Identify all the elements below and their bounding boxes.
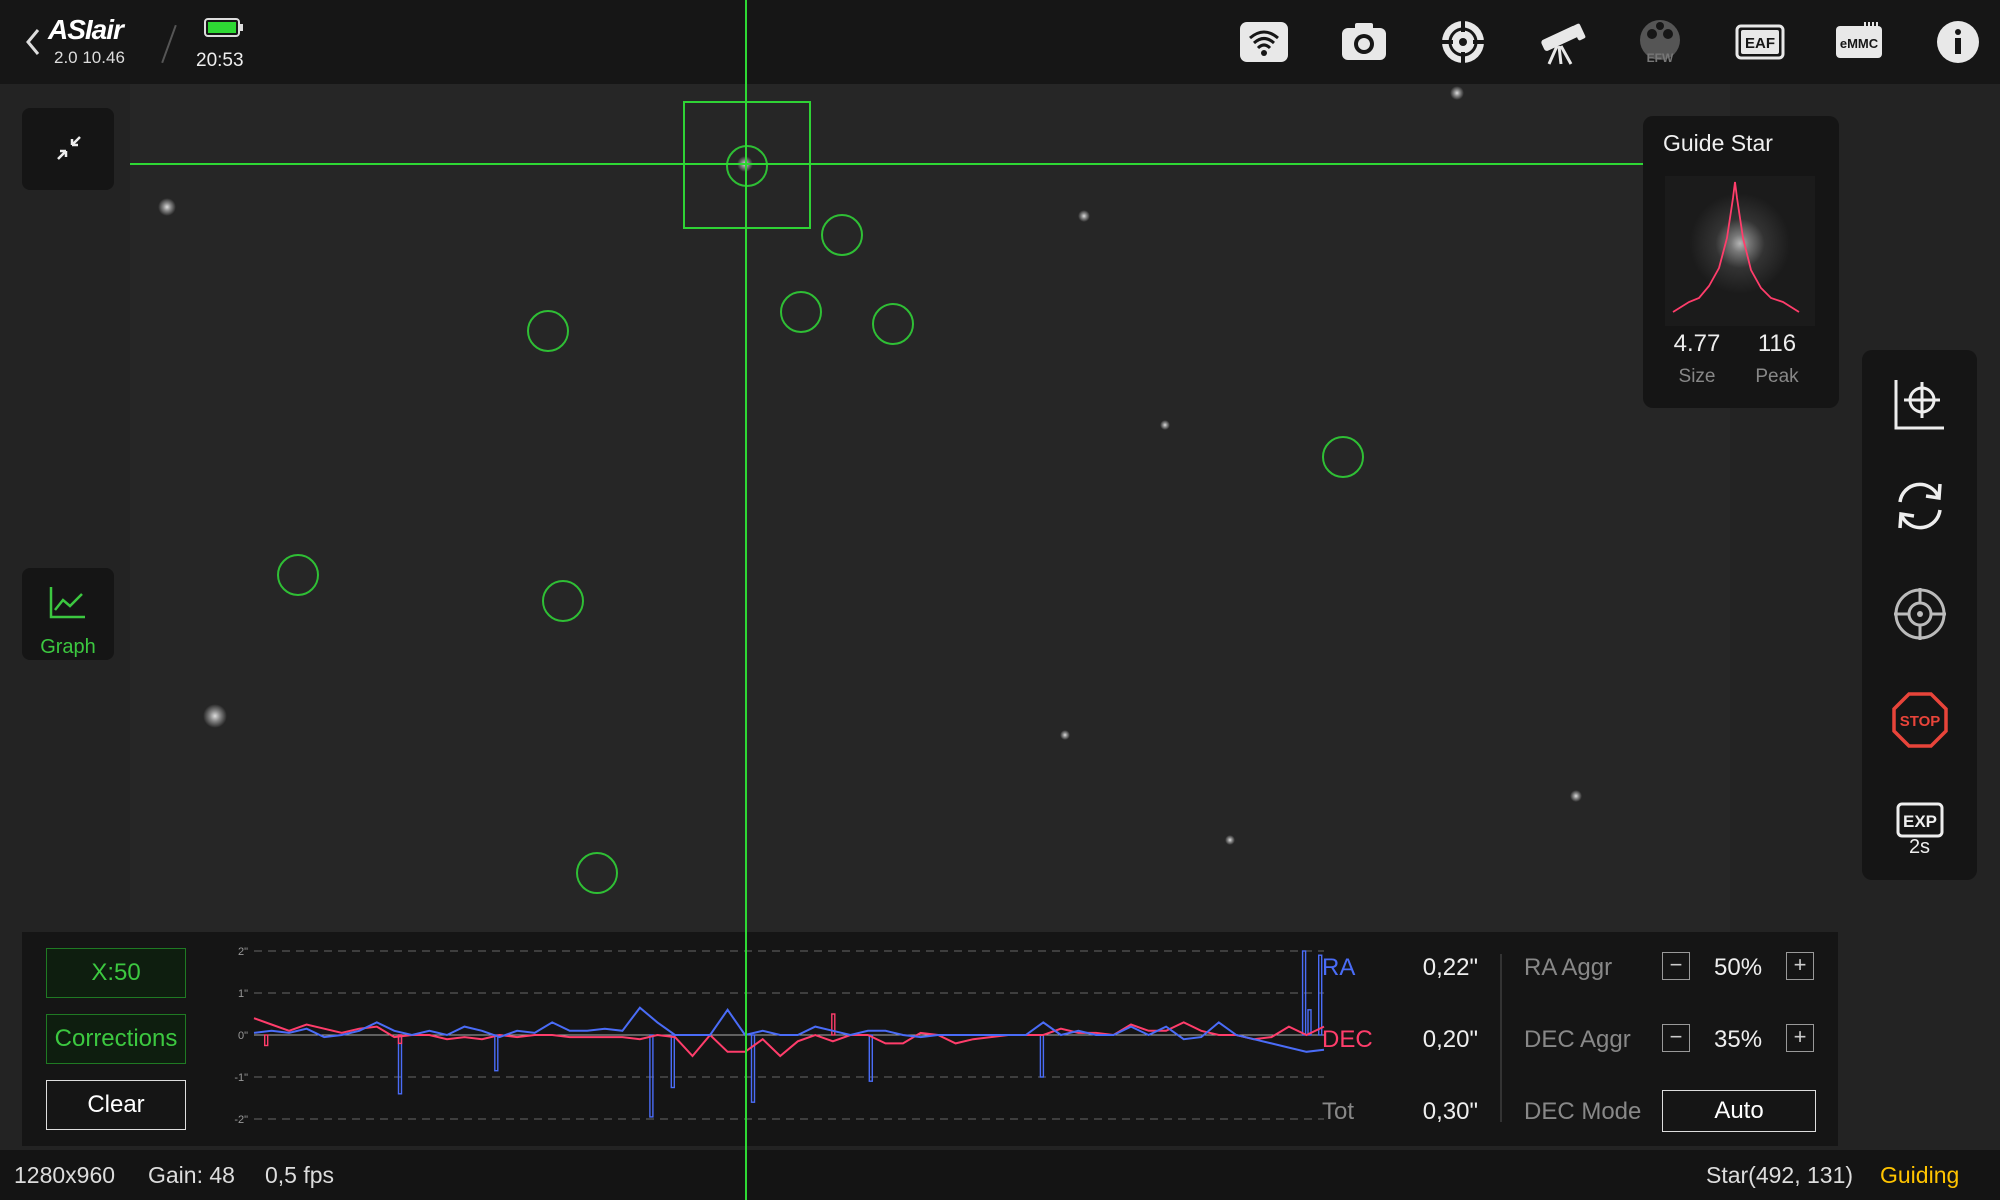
- battery-icon: [204, 18, 243, 37]
- tot-label: Tot: [1322, 1098, 1355, 1125]
- star: [1570, 790, 1582, 802]
- stop-icon[interactable]: STOP: [1892, 692, 1948, 748]
- correction-bar: [649, 1034, 654, 1118]
- brand-logo: ASIair: [48, 14, 124, 45]
- wifi-icon[interactable]: [1238, 16, 1290, 68]
- dec-aggr-plus-button[interactable]: +: [1786, 1024, 1814, 1052]
- gain-text: Gain: 48: [148, 1162, 235, 1188]
- telescope-icon[interactable]: [1535, 16, 1587, 68]
- correction-bar: [1307, 1009, 1312, 1036]
- star-marker[interactable]: [1322, 436, 1364, 478]
- star: [1060, 730, 1070, 740]
- fps-text: 0,5 fps: [265, 1162, 335, 1188]
- guide-star-box: [683, 101, 811, 229]
- svg-text:STOP: STOP: [1900, 713, 1941, 730]
- status-bar: 1280x960 Gain: 48 0,5 fps Star(492, 131)…: [0, 1150, 2000, 1200]
- right-toolbar: STOP EXP 2s: [1862, 350, 1977, 880]
- corrections-button[interactable]: Corrections: [46, 1014, 186, 1064]
- star: [1078, 210, 1090, 222]
- star: [1450, 86, 1464, 100]
- dec-mode-select[interactable]: Auto: [1662, 1090, 1816, 1132]
- star-marker[interactable]: [576, 852, 618, 894]
- dec-aggr-value: 35%: [1714, 1026, 1763, 1053]
- eaf-icon[interactable]: EAF: [1734, 16, 1786, 68]
- svg-text:EAF: EAF: [1745, 35, 1775, 52]
- graph-label: Graph: [40, 636, 96, 658]
- clear-button[interactable]: Clear: [46, 1080, 186, 1130]
- y-tick-label: 2": [238, 946, 248, 958]
- ra-label: RA: [1322, 954, 1356, 981]
- svg-text:eMMC: eMMC: [1840, 36, 1879, 51]
- correction-bar: [868, 1034, 873, 1082]
- correction-bar: [264, 1034, 269, 1047]
- divider: [161, 24, 177, 64]
- target-icon[interactable]: [1892, 586, 1948, 642]
- tot-value: 0,30": [1422, 1098, 1478, 1125]
- guiding-status: Guiding: [1880, 1162, 1960, 1188]
- size-label: Size: [1678, 366, 1716, 387]
- star-marker[interactable]: [872, 303, 914, 345]
- collapse-button[interactable]: [22, 108, 114, 190]
- star-position-text: Star(492, 131): [1706, 1162, 1854, 1188]
- crosshair-horizontal: [130, 163, 1730, 165]
- refresh-icon[interactable]: [1892, 478, 1948, 534]
- star: [1225, 835, 1235, 845]
- correction-bar: [494, 1034, 499, 1072]
- dec-aggr-minus-button[interactable]: −: [1662, 1024, 1690, 1052]
- divider: [1500, 954, 1502, 1122]
- star-marker[interactable]: [527, 310, 569, 352]
- dec-value: 0,20": [1422, 1026, 1478, 1053]
- y-tick-label: -1": [234, 1072, 248, 1084]
- ra-aggr-label: RA Aggr: [1524, 954, 1613, 981]
- dec-label: DEC: [1322, 1026, 1373, 1053]
- crosshair-vertical: [745, 0, 747, 1200]
- guide-graph: 2" 1" 0" -1" -2": [234, 946, 1325, 1126]
- svg-text:EFW: EFW: [1647, 51, 1674, 65]
- star-marker[interactable]: [277, 554, 319, 596]
- resolution-text: 1280x960: [14, 1162, 116, 1188]
- sky-frame: [130, 84, 1730, 934]
- graph-icon: [49, 587, 85, 619]
- star-profile-curve: [1672, 181, 1800, 313]
- emmc-icon[interactable]: eMMC: [1833, 16, 1885, 68]
- svg-text:EXP: EXP: [1903, 812, 1937, 831]
- y-tick-label: 1": [238, 988, 248, 1000]
- star-marker[interactable]: [542, 580, 584, 622]
- peak-label: Peak: [1755, 366, 1799, 387]
- clock: 20:53: [196, 50, 244, 71]
- ra-aggr-minus-button[interactable]: −: [1662, 952, 1690, 980]
- y-tick-label: 0": [238, 1030, 248, 1042]
- x-scale-button[interactable]: X:50: [46, 948, 186, 998]
- correction-bar: [670, 1034, 675, 1089]
- ra-aggr-plus-button[interactable]: +: [1786, 952, 1814, 980]
- star-marker[interactable]: [821, 214, 863, 256]
- top-bar: ASIair 2.0 10.46 20:53 EFW EAF eMMC: [0, 0, 2000, 84]
- exposure-value: 2s: [1908, 836, 1931, 858]
- guide-graph-panel: X:50 Corrections Clear 2" 1" 0" -1" -2" RA 0…: [22, 932, 1838, 1146]
- efw-icon[interactable]: EFW: [1634, 16, 1686, 68]
- guide-star-title: Guide Star: [1663, 130, 1773, 156]
- y-tick-label: -2": [234, 1114, 248, 1126]
- star-marker[interactable]: [780, 291, 822, 333]
- calibrate-icon[interactable]: [1892, 376, 1948, 432]
- star: [1160, 420, 1170, 430]
- ra-value: 0,22": [1422, 954, 1478, 981]
- camera-icon[interactable]: [1338, 16, 1390, 68]
- back-icon[interactable]: [20, 22, 46, 62]
- version-text: 2.0 10.46: [54, 48, 125, 67]
- guide-star-panel: Guide Star 4.77 116 Size Peak: [1643, 116, 1839, 408]
- dec-mode-label: DEC Mode: [1524, 1098, 1642, 1125]
- size-value: 4.77: [1673, 330, 1721, 357]
- star: [158, 198, 176, 216]
- graph-button[interactable]: Graph: [22, 568, 114, 660]
- guide-icon[interactable]: [1437, 16, 1489, 68]
- dec-aggr-label: DEC Aggr: [1524, 1026, 1631, 1053]
- collapse-icon: [57, 136, 81, 160]
- peak-value: 116: [1757, 330, 1797, 357]
- correction-bar: [1039, 1034, 1045, 1078]
- info-icon[interactable]: [1932, 16, 1984, 68]
- ra-aggr-value: 50%: [1714, 954, 1763, 981]
- star: [203, 704, 227, 728]
